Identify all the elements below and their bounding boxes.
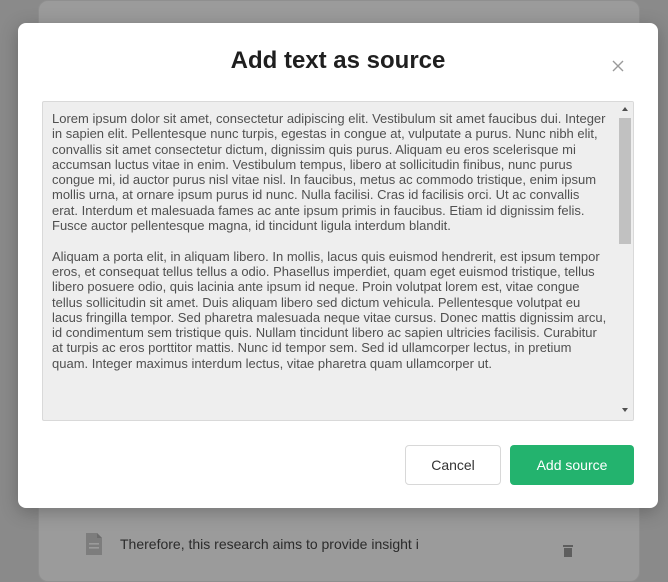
modal-title: Add text as source <box>230 47 446 74</box>
source-text-area[interactable]: Lorem ipsum dolor sit amet, consectetur … <box>42 101 634 421</box>
cancel-button[interactable]: Cancel <box>405 445 501 485</box>
add-source-button[interactable]: Add source <box>510 445 634 485</box>
close-icon <box>612 60 624 72</box>
background-list-item: Therefore, this research aims to provide… <box>84 532 419 556</box>
scroll-up-arrow-icon[interactable] <box>621 106 629 112</box>
scroll-down-arrow-icon[interactable] <box>621 407 629 413</box>
scrollbar[interactable] <box>617 102 633 420</box>
source-text-content[interactable]: Lorem ipsum dolor sit amet, consectetur … <box>43 102 617 420</box>
scrollbar-thumb[interactable] <box>619 118 631 244</box>
add-text-source-modal: Add text as source Lorem ipsum dolor sit… <box>18 23 658 508</box>
close-button[interactable] <box>606 54 630 78</box>
document-icon <box>86 533 102 555</box>
background-row-text: Therefore, this research aims to provide… <box>120 536 419 552</box>
